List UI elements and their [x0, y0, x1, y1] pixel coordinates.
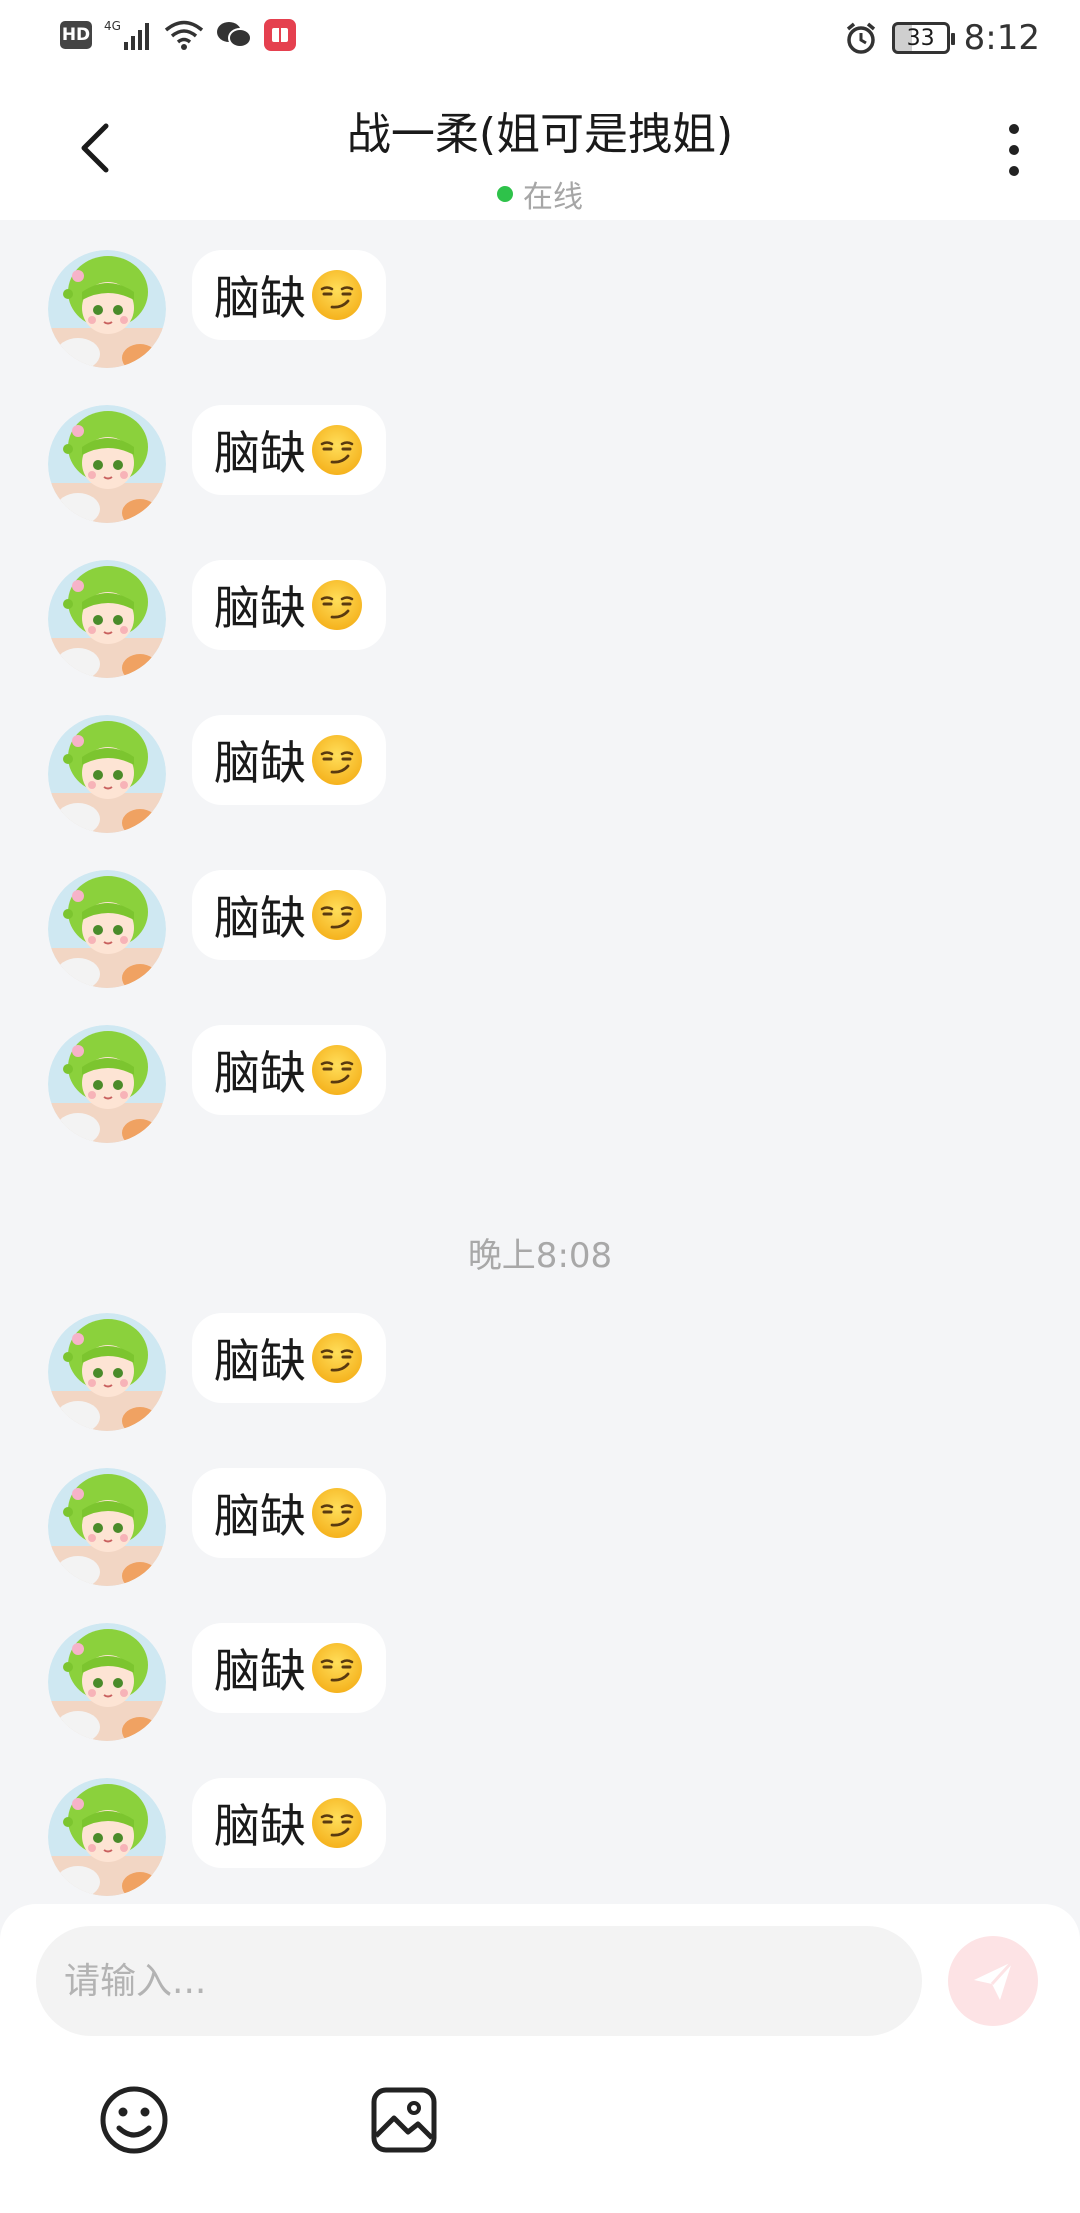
smirk-emoji-icon: [312, 270, 362, 320]
header-title-block: 战一柔(姐可是拽姐) 在线: [200, 98, 880, 216]
avatar[interactable]: [48, 1778, 166, 1896]
chat-header: 战一柔(姐可是拽姐) 在线: [0, 78, 1080, 220]
avatar[interactable]: [48, 1313, 166, 1431]
smirk-emoji-icon: [312, 1488, 362, 1538]
message-text: 脑缺: [214, 581, 306, 635]
message-row: 脑缺: [48, 870, 386, 994]
avatar[interactable]: [48, 715, 166, 833]
smirk-emoji-icon: [312, 735, 362, 785]
message-text: 脑缺: [214, 271, 306, 325]
chevron-left-icon: [81, 123, 109, 173]
online-status: 在线: [200, 172, 880, 216]
message-bubble[interactable]: 脑缺: [192, 1025, 386, 1115]
smirk-emoji-icon: [312, 1643, 362, 1693]
message-row: 脑缺: [48, 715, 386, 839]
smirk-emoji-icon: [312, 1798, 362, 1848]
message-bubble[interactable]: 脑缺: [192, 870, 386, 960]
message-row: 脑缺: [48, 560, 386, 684]
message-row: 脑缺: [48, 1778, 386, 1902]
send-button[interactable]: [948, 1936, 1038, 2026]
battery-level: 33: [906, 25, 935, 51]
message-row: 脑缺: [48, 1313, 386, 1437]
message-composer: [0, 1904, 1080, 2213]
image-icon: [371, 2087, 437, 2153]
message-bubble[interactable]: 脑缺: [192, 1313, 386, 1403]
message-text: 脑缺: [214, 1644, 306, 1698]
wechat-icon: [216, 20, 252, 50]
smirk-emoji-icon: [312, 1333, 362, 1383]
message-text: 脑缺: [214, 1046, 306, 1100]
online-status-text: 在线: [523, 180, 583, 215]
image-button[interactable]: [368, 2084, 440, 2156]
message-text: 脑缺: [214, 736, 306, 790]
smirk-emoji-icon: [312, 580, 362, 630]
message-bubble[interactable]: 脑缺: [192, 715, 386, 805]
message-row: 脑缺: [48, 1623, 386, 1747]
hd-icon: HD: [60, 21, 92, 49]
message-bubble[interactable]: 脑缺: [192, 1623, 386, 1713]
status-bar: HD 4G 33 8:12: [0, 0, 1080, 78]
more-options-button[interactable]: [994, 118, 1034, 182]
wifi-icon: [164, 19, 204, 51]
alarm-icon: [844, 21, 878, 55]
app-notification-icon: [264, 19, 296, 51]
message-bubble[interactable]: 脑缺: [192, 250, 386, 340]
message-bubble[interactable]: 脑缺: [192, 560, 386, 650]
message-text: 脑缺: [214, 891, 306, 945]
message-text: 脑缺: [214, 1799, 306, 1853]
avatar[interactable]: [48, 1468, 166, 1586]
smirk-emoji-icon: [312, 1045, 362, 1095]
avatar[interactable]: [48, 405, 166, 523]
battery-icon: 33: [891, 22, 955, 54]
smirk-emoji-icon: [312, 425, 362, 475]
message-text: 脑缺: [214, 1334, 306, 1388]
message-text: 脑缺: [214, 1489, 306, 1543]
message-row: 脑缺: [48, 1468, 386, 1592]
message-bubble[interactable]: 脑缺: [192, 1468, 386, 1558]
message-row: 脑缺: [48, 1025, 386, 1149]
back-button[interactable]: [68, 118, 128, 178]
clock: 8:12: [963, 18, 1040, 58]
paper-plane-icon: [974, 1960, 1014, 2000]
status-bar-right: 33 8:12: [844, 18, 1040, 58]
emoji-button[interactable]: [98, 2084, 170, 2156]
message-row: 脑缺: [48, 405, 386, 529]
avatar[interactable]: [48, 1623, 166, 1741]
chat-messages[interactable]: 脑缺 脑缺 脑缺 脑缺 脑缺 脑缺 晚上8:08 脑缺 脑缺 脑缺 脑缺: [0, 220, 1080, 1904]
smirk-emoji-icon: [312, 890, 362, 940]
message-timestamp: 晚上8:08: [467, 1236, 613, 1276]
message-text: 脑缺: [214, 426, 306, 480]
status-bar-left: HD 4G: [60, 18, 296, 52]
avatar[interactable]: [48, 250, 166, 368]
signal-4g-icon: 4G: [104, 18, 152, 52]
vertical-dots-icon: [1009, 124, 1019, 134]
avatar[interactable]: [48, 870, 166, 988]
avatar[interactable]: [48, 560, 166, 678]
contact-name: 战一柔(姐可是拽姐): [346, 109, 734, 160]
smiley-icon: [100, 2086, 168, 2154]
message-input[interactable]: [36, 1926, 922, 2036]
message-bubble[interactable]: 脑缺: [192, 405, 386, 495]
message-bubble[interactable]: 脑缺: [192, 1778, 386, 1868]
network-label: 4G: [104, 19, 121, 33]
message-row: 脑缺: [48, 250, 386, 374]
avatar[interactable]: [48, 1025, 166, 1143]
online-dot: [497, 186, 513, 202]
